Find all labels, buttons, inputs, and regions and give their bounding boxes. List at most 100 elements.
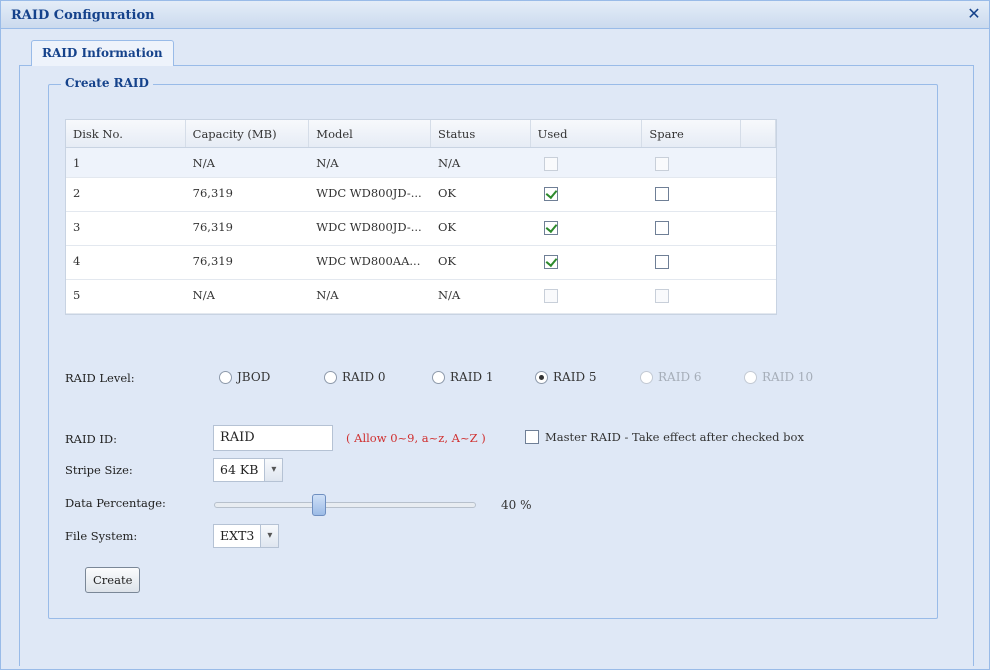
- col-status[interactable]: Status: [431, 120, 531, 147]
- data-percentage-slider[interactable]: [214, 502, 476, 508]
- spare-cell: [642, 212, 741, 245]
- master-raid-option[interactable]: Master RAID - Take effect after checked …: [525, 430, 804, 444]
- used-checkbox[interactable]: [543, 221, 558, 235]
- spare-cell: [642, 246, 741, 279]
- row-filler: [741, 212, 776, 245]
- spare-cell: [642, 148, 741, 177]
- raid-level-option-label: RAID 0: [342, 370, 386, 384]
- file-system-select[interactable]: EXT3 ▾: [213, 524, 280, 548]
- raid-level-option-raid10: RAID 10: [744, 370, 813, 384]
- tab-strip: RAID Information: [19, 37, 974, 67]
- stripe-size-select[interactable]: 64 KB ▾: [213, 458, 284, 482]
- raid-level-label: RAID Level:: [65, 371, 135, 385]
- window-titlebar[interactable]: RAID Configuration ✕: [1, 1, 989, 29]
- create-button[interactable]: Create: [85, 567, 141, 593]
- radio-icon[interactable]: [219, 370, 232, 384]
- tab-raid-information[interactable]: RAID Information: [31, 40, 174, 67]
- table-row[interactable]: 2 76,319 WDC WD800JD-... OK: [66, 178, 776, 212]
- raid-id-hint: ( Allow 0~9, a~z, A~Z ): [346, 431, 486, 445]
- window-title: RAID Configuration: [11, 8, 155, 23]
- spare-cell: [642, 178, 741, 211]
- raid-level-option-raid0[interactable]: RAID 0: [324, 370, 386, 384]
- col-model[interactable]: Model: [309, 120, 431, 147]
- raid-config-window: RAID Configuration ✕ RAID Information Cr…: [0, 0, 990, 670]
- table-row[interactable]: 1 N/A N/A N/A: [66, 148, 776, 178]
- table-row[interactable]: 5 N/A N/A N/A: [66, 280, 776, 314]
- col-filler: [741, 120, 776, 147]
- col-capacity[interactable]: Capacity (MB): [186, 120, 310, 147]
- radio-icon[interactable]: [535, 370, 548, 384]
- spare-checkbox[interactable]: [655, 187, 670, 201]
- status-cell: OK: [437, 220, 456, 234]
- model-cell: WDC WD800AA...: [316, 254, 421, 268]
- used-checkbox: [543, 289, 558, 303]
- raid-id-label: RAID ID:: [65, 432, 118, 446]
- raid-level-option-raid5[interactable]: RAID 5: [535, 370, 597, 384]
- create-raid-fieldset: Create RAID Disk No. Capacity (MB) Model…: [48, 76, 938, 619]
- tab-panel: Create RAID Disk No. Capacity (MB) Model…: [19, 66, 974, 666]
- col-used[interactable]: Used: [531, 120, 643, 147]
- used-cell: [531, 212, 643, 245]
- data-percentage-label: Data Percentage:: [65, 496, 166, 510]
- raid-level-option-label: JBOD: [237, 370, 271, 384]
- row-filler: [741, 280, 776, 313]
- used-cell: [531, 246, 643, 279]
- create-raid-legend: Create RAID: [61, 76, 153, 90]
- capacity-cell: 76,319: [192, 254, 233, 268]
- table-row[interactable]: 3 76,319 WDC WD800JD-... OK: [66, 212, 776, 246]
- raid-level-option-raid6: RAID 6: [640, 370, 702, 384]
- capacity-cell: 76,319: [192, 220, 233, 234]
- capacity-cell: N/A: [192, 156, 215, 170]
- disk-no-cell: 1: [73, 156, 81, 170]
- status-cell: OK: [437, 186, 456, 200]
- used-cell: [531, 148, 643, 177]
- row-filler: [741, 246, 776, 279]
- disk-no-cell: 2: [73, 186, 81, 200]
- used-cell: [531, 178, 643, 211]
- spare-checkbox: [655, 157, 670, 171]
- disk-no-cell: 4: [73, 254, 81, 268]
- chevron-down-icon[interactable]: ▾: [260, 525, 279, 547]
- disk-grid: Disk No. Capacity (MB) Model Status Used…: [65, 119, 777, 315]
- status-cell: OK: [437, 254, 456, 268]
- radio-icon: [744, 370, 757, 384]
- model-cell: N/A: [316, 156, 339, 170]
- capacity-cell: 76,319: [192, 186, 233, 200]
- radio-icon[interactable]: [432, 370, 445, 384]
- used-checkbox[interactable]: [543, 255, 558, 269]
- raid-level-option-jbod[interactable]: JBOD: [219, 370, 270, 384]
- model-cell: WDC WD800JD-...: [316, 186, 422, 200]
- raid-level-option-label: RAID 10: [762, 370, 814, 384]
- close-icon[interactable]: ✕: [965, 5, 983, 23]
- capacity-cell: N/A: [192, 288, 215, 302]
- col-spare[interactable]: Spare: [642, 120, 742, 147]
- radio-icon: [640, 370, 653, 384]
- model-cell: WDC WD800JD-...: [316, 220, 422, 234]
- row-filler: [741, 148, 776, 177]
- disk-no-cell: 5: [73, 288, 81, 302]
- data-percentage-value: 40 %: [501, 498, 532, 512]
- raid-level-option-raid1[interactable]: RAID 1: [432, 370, 494, 384]
- row-filler: [741, 178, 776, 211]
- table-row[interactable]: 4 76,319 WDC WD800AA... OK: [66, 246, 776, 280]
- radio-icon[interactable]: [324, 370, 337, 384]
- used-checkbox[interactable]: [543, 187, 558, 201]
- spare-checkbox[interactable]: [655, 255, 670, 269]
- stripe-size-label: Stripe Size:: [65, 463, 133, 477]
- spare-cell: [642, 280, 741, 313]
- spare-checkbox[interactable]: [655, 221, 670, 235]
- file-system-label: File System:: [65, 529, 138, 543]
- col-disk-no[interactable]: Disk No.: [66, 120, 186, 147]
- status-cell: N/A: [437, 288, 461, 302]
- master-raid-checkbox[interactable]: [525, 430, 539, 444]
- grid-header: Disk No. Capacity (MB) Model Status Used…: [66, 120, 776, 148]
- chevron-down-icon[interactable]: ▾: [264, 459, 283, 481]
- raid-level-option-label: RAID 1: [450, 370, 494, 384]
- model-cell: N/A: [316, 288, 339, 302]
- slider-thumb[interactable]: [311, 494, 326, 516]
- disk-no-cell: 3: [73, 220, 81, 234]
- used-cell: [531, 280, 643, 313]
- status-cell: N/A: [437, 156, 461, 170]
- spare-checkbox: [655, 289, 670, 303]
- raid-id-input[interactable]: RAID: [213, 425, 333, 451]
